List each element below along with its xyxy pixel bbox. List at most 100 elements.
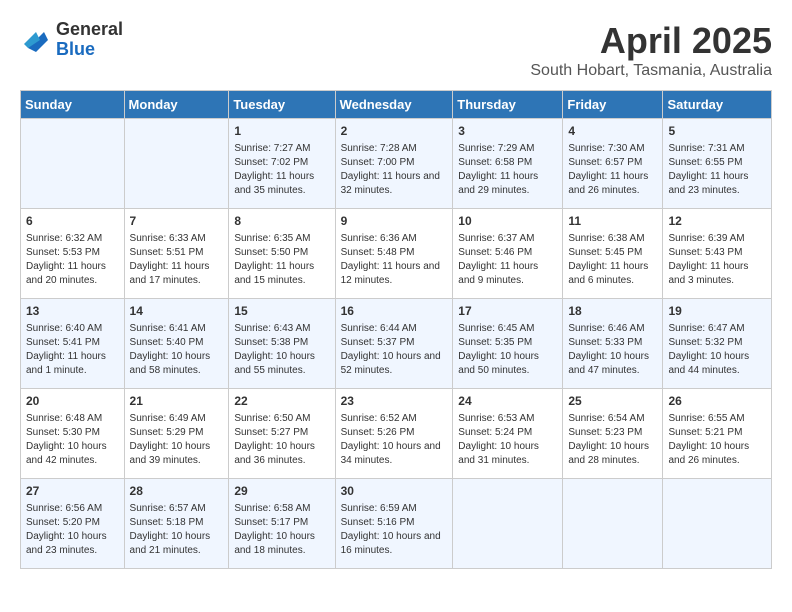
calendar-cell: 11Sunrise: 6:38 AM Sunset: 5:45 PM Dayli… xyxy=(563,209,663,299)
calendar-cell: 29Sunrise: 6:58 AM Sunset: 5:17 PM Dayli… xyxy=(229,479,335,569)
calendar-cell: 30 Sunrise: 6:59 AM Sunset: 5:16 PM Dayli… xyxy=(335,479,453,569)
day-info: Sunrise: 6:48 AM Sunset: 5:30 PM Dayligh… xyxy=(26,412,119,468)
calendar-week-row: 1 Sunrise: 7:27 AM Sunset: 7:02 PM Daylig… xyxy=(21,119,772,209)
day-info: Sunrise: 6:32 AM Sunset: 5:53 PM Dayligh… xyxy=(26,232,119,288)
day-number: 16 xyxy=(341,303,448,320)
calendar-cell: 16 Sunrise: 6:44 AM Sunset: 5:37 PM Dayli… xyxy=(335,299,453,389)
day-info: Sunrise: 6:37 AM Sunset: 5:46 PM Dayligh… xyxy=(458,232,557,288)
calendar-week-row: 13 Sunrise: 6:40 AM Sunset: 5:41 PM Dayli… xyxy=(21,299,772,389)
calendar-cell xyxy=(21,119,125,209)
day-info: Sunrise: 6:54 AM Sunset: 5:23 PM Dayligh… xyxy=(568,412,657,468)
day-number: 19 xyxy=(668,303,766,320)
col-header-friday: Friday xyxy=(563,91,663,119)
calendar-week-row: 27Sunrise: 6:56 AM Sunset: 5:20 PM Dayli… xyxy=(21,479,772,569)
calendar-cell: 20 Sunrise: 6:48 AM Sunset: 5:30 PM Dayli… xyxy=(21,389,125,479)
day-number: 18 xyxy=(568,303,657,320)
calendar-cell xyxy=(663,479,772,569)
day-info: Sunrise: 7:31 AM Sunset: 6:55 PM Dayligh… xyxy=(668,142,766,198)
day-number: 22 xyxy=(234,393,329,410)
calendar-cell: 5 Sunrise: 7:31 AM Sunset: 6:55 PM Daylig… xyxy=(663,119,772,209)
main-title: April 2025 xyxy=(530,20,772,62)
title-area: April 2025 South Hobart, Tasmania, Austr… xyxy=(530,20,772,80)
calendar-cell: 17 Sunrise: 6:45 AM Sunset: 5:35 PM Dayli… xyxy=(453,299,563,389)
day-number: 29 xyxy=(234,483,329,500)
calendar-cell: 8Sunrise: 6:35 AM Sunset: 5:50 PM Daylig… xyxy=(229,209,335,299)
day-info: Sunrise: 6:45 AM Sunset: 5:35 PM Dayligh… xyxy=(458,322,557,378)
calendar-cell: 12 Sunrise: 6:39 AM Sunset: 5:43 PM Dayli… xyxy=(663,209,772,299)
calendar-cell xyxy=(124,119,229,209)
day-info: Sunrise: 6:59 AM Sunset: 5:16 PM Dayligh… xyxy=(341,502,448,558)
calendar-cell: 24 Sunrise: 6:53 AM Sunset: 5:24 PM Dayli… xyxy=(453,389,563,479)
calendar-cell: 19 Sunrise: 6:47 AM Sunset: 5:32 PM Dayli… xyxy=(663,299,772,389)
calendar-cell: 22 Sunrise: 6:50 AM Sunset: 5:27 PM Dayli… xyxy=(229,389,335,479)
calendar-cell: 21 Sunrise: 6:49 AM Sunset: 5:29 PM Dayli… xyxy=(124,389,229,479)
col-header-tuesday: Tuesday xyxy=(229,91,335,119)
day-info: Sunrise: 6:55 AM Sunset: 5:21 PM Dayligh… xyxy=(668,412,766,468)
day-info: Sunrise: 6:53 AM Sunset: 5:24 PM Dayligh… xyxy=(458,412,557,468)
day-number: 7 xyxy=(130,213,224,230)
day-info: Sunrise: 6:43 AM Sunset: 5:38 PM Dayligh… xyxy=(234,322,329,378)
calendar-cell: 3Sunrise: 7:29 AM Sunset: 6:58 PM Daylig… xyxy=(453,119,563,209)
day-number: 12 xyxy=(668,213,766,230)
day-info: Sunrise: 6:36 AM Sunset: 5:48 PM Dayligh… xyxy=(341,232,448,288)
day-number: 3 xyxy=(458,123,557,140)
calendar-cell: 14Sunrise: 6:41 AM Sunset: 5:40 PM Dayli… xyxy=(124,299,229,389)
col-header-wednesday: Wednesday xyxy=(335,91,453,119)
col-header-sunday: Sunday xyxy=(21,91,125,119)
day-info: Sunrise: 7:30 AM Sunset: 6:57 PM Dayligh… xyxy=(568,142,657,198)
day-number: 4 xyxy=(568,123,657,140)
calendar-cell: 15 Sunrise: 6:43 AM Sunset: 5:38 PM Dayli… xyxy=(229,299,335,389)
day-info: Sunrise: 7:28 AM Sunset: 7:00 PM Dayligh… xyxy=(341,142,448,198)
day-number: 14 xyxy=(130,303,224,320)
day-number: 24 xyxy=(458,393,557,410)
logo-icon xyxy=(20,24,52,56)
day-number: 13 xyxy=(26,303,119,320)
calendar-cell: 26 Sunrise: 6:55 AM Sunset: 5:21 PM Dayli… xyxy=(663,389,772,479)
subtitle: South Hobart, Tasmania, Australia xyxy=(530,62,772,80)
calendar-cell xyxy=(453,479,563,569)
day-info: Sunrise: 7:27 AM Sunset: 7:02 PM Dayligh… xyxy=(234,142,329,198)
day-number: 28 xyxy=(130,483,224,500)
day-info: Sunrise: 6:49 AM Sunset: 5:29 PM Dayligh… xyxy=(130,412,224,468)
calendar-cell: 13 Sunrise: 6:40 AM Sunset: 5:41 PM Dayli… xyxy=(21,299,125,389)
day-number: 10 xyxy=(458,213,557,230)
day-info: Sunrise: 6:47 AM Sunset: 5:32 PM Dayligh… xyxy=(668,322,766,378)
calendar-week-row: 6 Sunrise: 6:32 AM Sunset: 5:53 PM Daylig… xyxy=(21,209,772,299)
day-info: Sunrise: 6:50 AM Sunset: 5:27 PM Dayligh… xyxy=(234,412,329,468)
calendar-header-row: SundayMondayTuesdayWednesdayThursdayFrid… xyxy=(21,91,772,119)
day-number: 26 xyxy=(668,393,766,410)
day-info: Sunrise: 6:40 AM Sunset: 5:41 PM Dayligh… xyxy=(26,322,119,378)
col-header-monday: Monday xyxy=(124,91,229,119)
calendar-cell: 27Sunrise: 6:56 AM Sunset: 5:20 PM Dayli… xyxy=(21,479,125,569)
calendar-cell: 10 Sunrise: 6:37 AM Sunset: 5:46 PM Dayli… xyxy=(453,209,563,299)
day-number: 6 xyxy=(26,213,119,230)
day-number: 1 xyxy=(234,123,329,140)
calendar-cell: 1 Sunrise: 7:27 AM Sunset: 7:02 PM Daylig… xyxy=(229,119,335,209)
day-number: 17 xyxy=(458,303,557,320)
logo: General Blue xyxy=(20,20,123,60)
logo-blue-text: Blue xyxy=(56,40,123,60)
day-number: 21 xyxy=(130,393,224,410)
day-number: 15 xyxy=(234,303,329,320)
day-info: Sunrise: 6:46 AM Sunset: 5:33 PM Dayligh… xyxy=(568,322,657,378)
day-number: 20 xyxy=(26,393,119,410)
day-info: Sunrise: 6:35 AM Sunset: 5:50 PM Dayligh… xyxy=(234,232,329,288)
calendar-table: SundayMondayTuesdayWednesdayThursdayFrid… xyxy=(20,90,772,569)
calendar-cell: 4 Sunrise: 7:30 AM Sunset: 6:57 PM Daylig… xyxy=(563,119,663,209)
day-number: 5 xyxy=(668,123,766,140)
calendar-cell: 23Sunrise: 6:52 AM Sunset: 5:26 PM Dayli… xyxy=(335,389,453,479)
day-number: 2 xyxy=(341,123,448,140)
day-info: Sunrise: 6:33 AM Sunset: 5:51 PM Dayligh… xyxy=(130,232,224,288)
logo-general-text: General xyxy=(56,20,123,40)
calendar-cell: 28 Sunrise: 6:57 AM Sunset: 5:18 PM Dayli… xyxy=(124,479,229,569)
calendar-week-row: 20 Sunrise: 6:48 AM Sunset: 5:30 PM Dayli… xyxy=(21,389,772,479)
day-number: 11 xyxy=(568,213,657,230)
day-info: Sunrise: 6:57 AM Sunset: 5:18 PM Dayligh… xyxy=(130,502,224,558)
day-info: Sunrise: 6:52 AM Sunset: 5:26 PM Dayligh… xyxy=(341,412,448,468)
calendar-cell: 18 Sunrise: 6:46 AM Sunset: 5:33 PM Dayli… xyxy=(563,299,663,389)
day-info: Sunrise: 6:39 AM Sunset: 5:43 PM Dayligh… xyxy=(668,232,766,288)
day-info: Sunrise: 6:44 AM Sunset: 5:37 PM Dayligh… xyxy=(341,322,448,378)
day-number: 9 xyxy=(341,213,448,230)
day-number: 30 xyxy=(341,483,448,500)
calendar-cell: 7 Sunrise: 6:33 AM Sunset: 5:51 PM Daylig… xyxy=(124,209,229,299)
